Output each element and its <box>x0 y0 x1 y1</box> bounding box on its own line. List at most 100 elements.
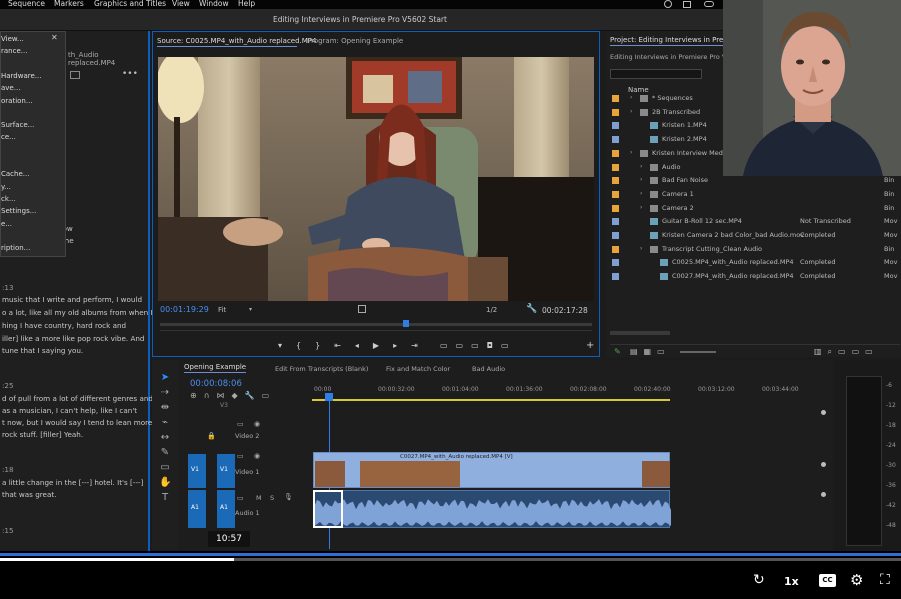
dropdown-menu-item[interactable]: Hardware... <box>1 72 41 80</box>
pen-tool-icon[interactable]: ✎ <box>159 447 171 459</box>
solo-button[interactable]: S <box>270 494 274 502</box>
project-row[interactable]: › Camera 1 Bin <box>612 189 901 202</box>
transcript-line[interactable]: iller] like a more like pop rock vibe. A… <box>2 334 145 343</box>
project-row[interactable]: › Camera 2 Bin <box>612 203 901 216</box>
chevron-right-icon[interactable]: › <box>630 108 632 115</box>
eye-icon[interactable]: ◉ <box>254 452 260 460</box>
work-area-bar[interactable] <box>312 399 670 401</box>
menu-window[interactable]: Window <box>199 0 229 8</box>
label-color-swatch[interactable] <box>612 164 619 171</box>
label-color-swatch[interactable] <box>612 150 619 157</box>
label-color-swatch[interactable] <box>612 122 619 129</box>
hand-tool-icon[interactable]: ✋ <box>159 477 171 489</box>
transcript-timecode[interactable]: :25 <box>2 381 14 390</box>
mute-button[interactable]: M <box>256 494 262 502</box>
rectangle-tool-icon[interactable]: ▭ <box>159 462 171 474</box>
sync-icon[interactable]: ▭ <box>237 420 244 428</box>
project-row[interactable]: › Bad Fan Noise Bin <box>612 175 901 188</box>
label-color-swatch[interactable] <box>612 259 619 266</box>
transcript-line[interactable]: a little change in the [---] hotel. It's… <box>2 478 143 487</box>
dropdown-menu-item[interactable]: ck... <box>1 195 16 203</box>
transcript-line[interactable]: t now, but I would say I tend to lean mo… <box>2 418 152 427</box>
project-row[interactable]: C0025.MP4_with_Audio replaced.MP4 Complet… <box>612 257 901 270</box>
menu-view[interactable]: View <box>172 0 190 8</box>
eye-icon[interactable]: ◉ <box>254 420 260 428</box>
timeline-tab-edit-transcripts[interactable]: Edit From Transcripts (Blank) <box>275 365 368 373</box>
ripple-edit-icon[interactable]: ⇹ <box>159 402 171 414</box>
view-mode-icons[interactable]: ▤▦▭ <box>630 347 671 356</box>
timeline-option-icons[interactable]: ⊕∩⋈◆🔧▭ <box>190 391 276 400</box>
chevron-right-icon[interactable]: › <box>640 245 642 252</box>
project-row[interactable]: Kristen Camera 2 bad Color_bad Audio.mov… <box>612 230 901 243</box>
source-timecode-in[interactable]: 00:01:19:29 <box>160 305 209 314</box>
project-row[interactable]: Guitar B-Roll 12 sec.MP4 Not Transcribed M… <box>612 216 901 229</box>
transcript-timecode[interactable]: :15 <box>2 526 14 535</box>
fullscreen-icon[interactable]: ⛶ <box>880 572 890 588</box>
track-v1-target[interactable]: V1 <box>217 454 235 488</box>
audio-clip[interactable] <box>313 490 671 528</box>
dropdown-menu-item[interactable]: rance... <box>1 47 27 55</box>
label-color-swatch[interactable] <box>612 191 619 198</box>
caption-icon[interactable] <box>70 71 80 79</box>
dropdown-menu-item[interactable]: Settings... <box>1 207 36 215</box>
search-input[interactable] <box>610 69 702 79</box>
fit-zoom-select[interactable]: Fit <box>218 306 226 314</box>
sync-icon[interactable]: ▭ <box>237 494 244 502</box>
label-color-swatch[interactable] <box>612 95 619 102</box>
closed-captions-button[interactable]: CC <box>819 574 836 587</box>
scroll-handle[interactable] <box>821 462 826 467</box>
transcript-line[interactable]: rock stuff. [filler] Yeah. <box>2 430 83 439</box>
label-color-swatch[interactable] <box>612 136 619 143</box>
chevron-down-icon[interactable]: ▾ <box>249 306 252 313</box>
pencil-icon[interactable]: ✎ <box>614 347 621 356</box>
transcript-line[interactable]: d of pull from a lot of different genres… <box>2 394 153 403</box>
timeline-tab-bad-audio[interactable]: Bad Audio <box>472 365 505 373</box>
transcript-line[interactable]: that was great. <box>2 490 56 499</box>
transcript-line[interactable]: o a lot, like all my old albums from whe… <box>2 308 153 317</box>
track-a1-target[interactable]: A1 <box>217 490 235 528</box>
track-a1-source-patch[interactable]: A1 <box>188 490 206 528</box>
settings-icon[interactable] <box>358 305 366 313</box>
track-select-icon[interactable]: ⇢ <box>159 387 171 399</box>
menu-help[interactable]: Help <box>238 0 255 8</box>
lock-icon[interactable]: 🔒 <box>207 432 216 440</box>
close-icon[interactable]: ✕ <box>51 33 58 42</box>
chevron-right-icon[interactable]: › <box>630 94 632 101</box>
resolution-select[interactable]: 1/2 <box>486 306 497 314</box>
dropdown-menu-item[interactable]: e... <box>1 220 12 228</box>
dropdown-menu-item[interactable]: ave... <box>1 84 20 92</box>
timeline-tab-opening-example[interactable]: Opening Example <box>184 363 246 371</box>
scroll-handle[interactable] <box>821 492 826 497</box>
more-options-icon[interactable]: ••• <box>122 69 138 79</box>
video-clip[interactable]: C0027.MP4_with_Audio replaced.MP4 [V] <box>313 452 670 488</box>
dropdown-menu-item[interactable]: Cache... <box>1 170 29 178</box>
dropdown-menu-item[interactable]: ce... <box>1 133 16 141</box>
project-scrollbar[interactable] <box>610 331 670 335</box>
timeline-tab-fix-color[interactable]: Fix and Match Color <box>386 365 450 373</box>
zoom-slider[interactable] <box>680 351 716 353</box>
transcript-timecode[interactable]: :18 <box>2 465 14 474</box>
type-tool-icon[interactable]: T <box>159 492 171 504</box>
transcript-line[interactable]: hing I have country, hard rock and <box>2 321 126 330</box>
label-color-swatch[interactable] <box>612 218 619 225</box>
transcript-line[interactable]: music that I write and perform, I would <box>2 295 142 304</box>
label-color-swatch[interactable] <box>612 205 619 212</box>
transcript-line[interactable]: as a musician, I can't help, like I can'… <box>2 406 137 415</box>
dropdown-menu-item[interactable]: Surface... <box>1 121 34 129</box>
selected-audio-clip[interactable] <box>313 490 343 528</box>
selection-tool-icon[interactable]: ➤ <box>159 372 171 384</box>
menu-graphics-titles[interactable]: Graphics and Titles <box>94 0 166 8</box>
source-scrub-bar[interactable] <box>160 323 592 326</box>
source-playhead[interactable] <box>403 320 410 327</box>
label-color-swatch[interactable] <box>612 232 619 239</box>
wrench-icon[interactable]: 🔧 <box>526 304 537 314</box>
razor-icon[interactable]: ⌁ <box>159 417 171 429</box>
tab-program[interactable]: Program: Opening Example <box>307 37 403 45</box>
timeline-playhead-handle[interactable] <box>325 393 333 401</box>
timeline-timecode[interactable]: 00:00:08:06 <box>190 379 242 389</box>
track-v1-source-patch[interactable]: V1 <box>188 454 206 488</box>
transcript-timecode[interactable]: :13 <box>2 283 14 292</box>
chevron-right-icon[interactable]: › <box>630 149 632 156</box>
dropdown-menu-item[interactable]: View... <box>1 35 24 43</box>
edit-buttons[interactable]: ▭▭▭◘▭ <box>440 341 517 350</box>
